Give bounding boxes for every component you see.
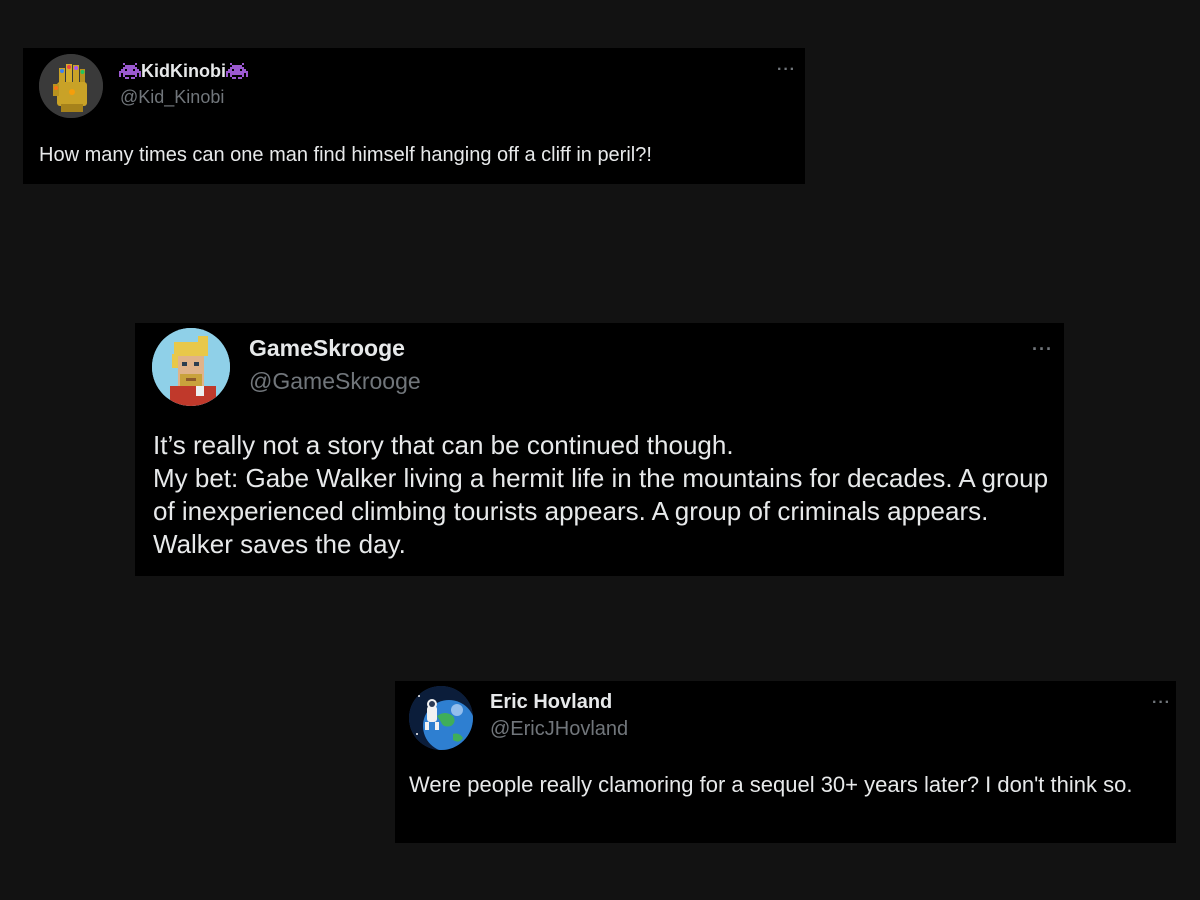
avatar[interactable]: [152, 328, 230, 406]
tweet-text-line: My bet: Gabe Walker living a hermit life…: [153, 463, 1049, 559]
display-name[interactable]: KidKinobi: [119, 60, 248, 82]
tweet-card[interactable]: KidKinobi @Kid_Kinobi ··· How many times…: [23, 48, 805, 184]
space-earth-avatar-icon: [409, 686, 473, 750]
tweet-text: It’s really not a story that can be cont…: [153, 429, 1053, 561]
more-options-icon[interactable]: ···: [1032, 340, 1053, 358]
display-name-text: KidKinobi: [141, 60, 226, 81]
display-name[interactable]: Eric Hovland: [490, 691, 612, 714]
tweet-text-line: How many times can one man find himself …: [39, 144, 652, 166]
tweet-text-line: Were people really clamoring for a seque…: [409, 772, 1133, 797]
tweet-text: How many times can one man find himself …: [39, 142, 652, 168]
user-handle[interactable]: @Kid_Kinobi: [120, 87, 224, 108]
tweet-text-line: It’s really not a story that can be cont…: [153, 430, 734, 460]
avatar[interactable]: [409, 686, 473, 750]
more-options-icon[interactable]: ···: [1152, 695, 1171, 711]
display-name[interactable]: GameSkrooge: [249, 335, 405, 362]
screenshot-canvas: KidKinobi @Kid_Kinobi ··· How many times…: [0, 0, 1200, 900]
avatar[interactable]: [39, 54, 103, 118]
tweet-card[interactable]: Eric Hovland @EricJHovland ··· Were peop…: [395, 681, 1176, 843]
space-invader-icon: [119, 62, 141, 80]
user-handle[interactable]: @EricJHovland: [490, 718, 628, 741]
user-handle[interactable]: @GameSkrooge: [249, 368, 421, 395]
more-options-icon[interactable]: ···: [777, 62, 796, 78]
infinity-gauntlet-avatar-icon: [39, 54, 103, 118]
space-invader-icon: [225, 62, 248, 80]
tweet-card[interactable]: GameSkrooge @GameSkrooge ··· It’s really…: [135, 323, 1064, 576]
tweet-text: Were people really clamoring for a seque…: [409, 771, 1159, 799]
pixel-character-avatar-icon: [152, 328, 230, 406]
